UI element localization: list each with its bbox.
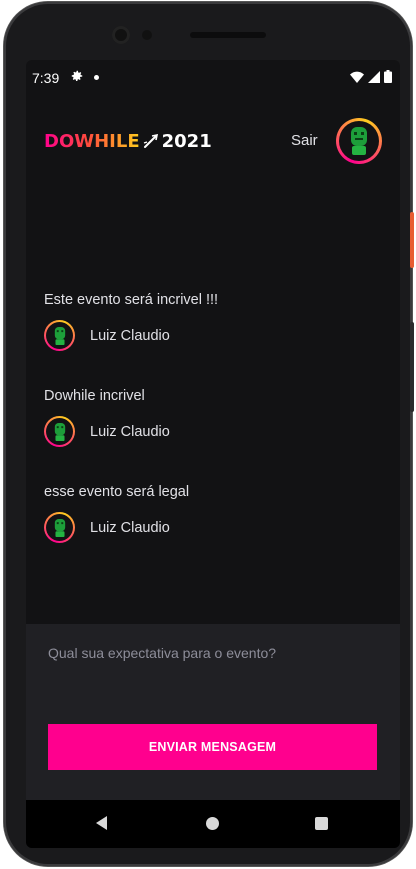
avatar-image xyxy=(351,127,367,155)
message-text: esse evento será legal xyxy=(44,484,190,500)
status-time: 7:39 xyxy=(32,70,60,86)
message-author: Luiz Claudio xyxy=(44,416,384,447)
battery-icon xyxy=(384,70,392,83)
avatar-image xyxy=(54,326,65,345)
author-avatar xyxy=(44,512,75,543)
signout-button[interactable]: Sair xyxy=(291,132,318,149)
dowhile-logo: DOWHILE 2021 xyxy=(44,130,212,152)
avatar-image xyxy=(54,422,65,441)
cell-signal-icon xyxy=(368,70,380,83)
navigation-bar xyxy=(26,800,400,848)
author-name: Luiz Claudio xyxy=(90,327,170,344)
message-form: ENVIAR MENSAGEM xyxy=(26,624,400,800)
message-text: Este evento será incrivel !!! xyxy=(44,292,219,308)
message-item: Dowhile incrivel Luiz Claudio xyxy=(44,388,384,447)
recents-icon[interactable] xyxy=(315,817,328,830)
message-item: Este evento será incrivel !!! Luiz Claud… xyxy=(44,292,384,351)
message-item: esse evento será legal Luiz Claudio xyxy=(44,484,384,543)
power-button xyxy=(410,212,414,268)
status-icons xyxy=(350,70,392,83)
message-author: Luiz Claudio xyxy=(44,512,384,543)
author-avatar xyxy=(44,416,75,447)
back-icon[interactable] xyxy=(96,816,108,830)
status-bar: 7:39 xyxy=(26,60,400,94)
user-avatar[interactable] xyxy=(336,118,382,164)
message-text: Dowhile incrivel xyxy=(44,388,145,404)
front-camera xyxy=(112,26,130,44)
logo-year: 2021 xyxy=(161,130,212,152)
gear-icon xyxy=(71,70,83,81)
front-sensor xyxy=(142,30,152,40)
logo-text: DOWHILE xyxy=(44,130,140,152)
avatar-image xyxy=(54,518,65,537)
author-name: Luiz Claudio xyxy=(90,519,170,536)
app-screen: 7:39 DOWHILE 2021 Sair Este evento será … xyxy=(26,60,400,848)
notification-dot xyxy=(94,75,99,80)
message-author: Luiz Claudio xyxy=(44,320,384,351)
message-input[interactable] xyxy=(48,642,378,664)
volume-button xyxy=(410,322,414,412)
send-message-button[interactable]: ENVIAR MENSAGEM xyxy=(48,724,377,770)
home-icon[interactable] xyxy=(206,817,219,830)
earpiece-speaker xyxy=(190,32,266,38)
phone-frame: 7:39 DOWHILE 2021 Sair Este evento será … xyxy=(4,2,414,866)
author-avatar xyxy=(44,320,75,351)
rocket-icon xyxy=(143,134,158,148)
wifi-icon xyxy=(350,71,364,83)
author-name: Luiz Claudio xyxy=(90,423,170,440)
